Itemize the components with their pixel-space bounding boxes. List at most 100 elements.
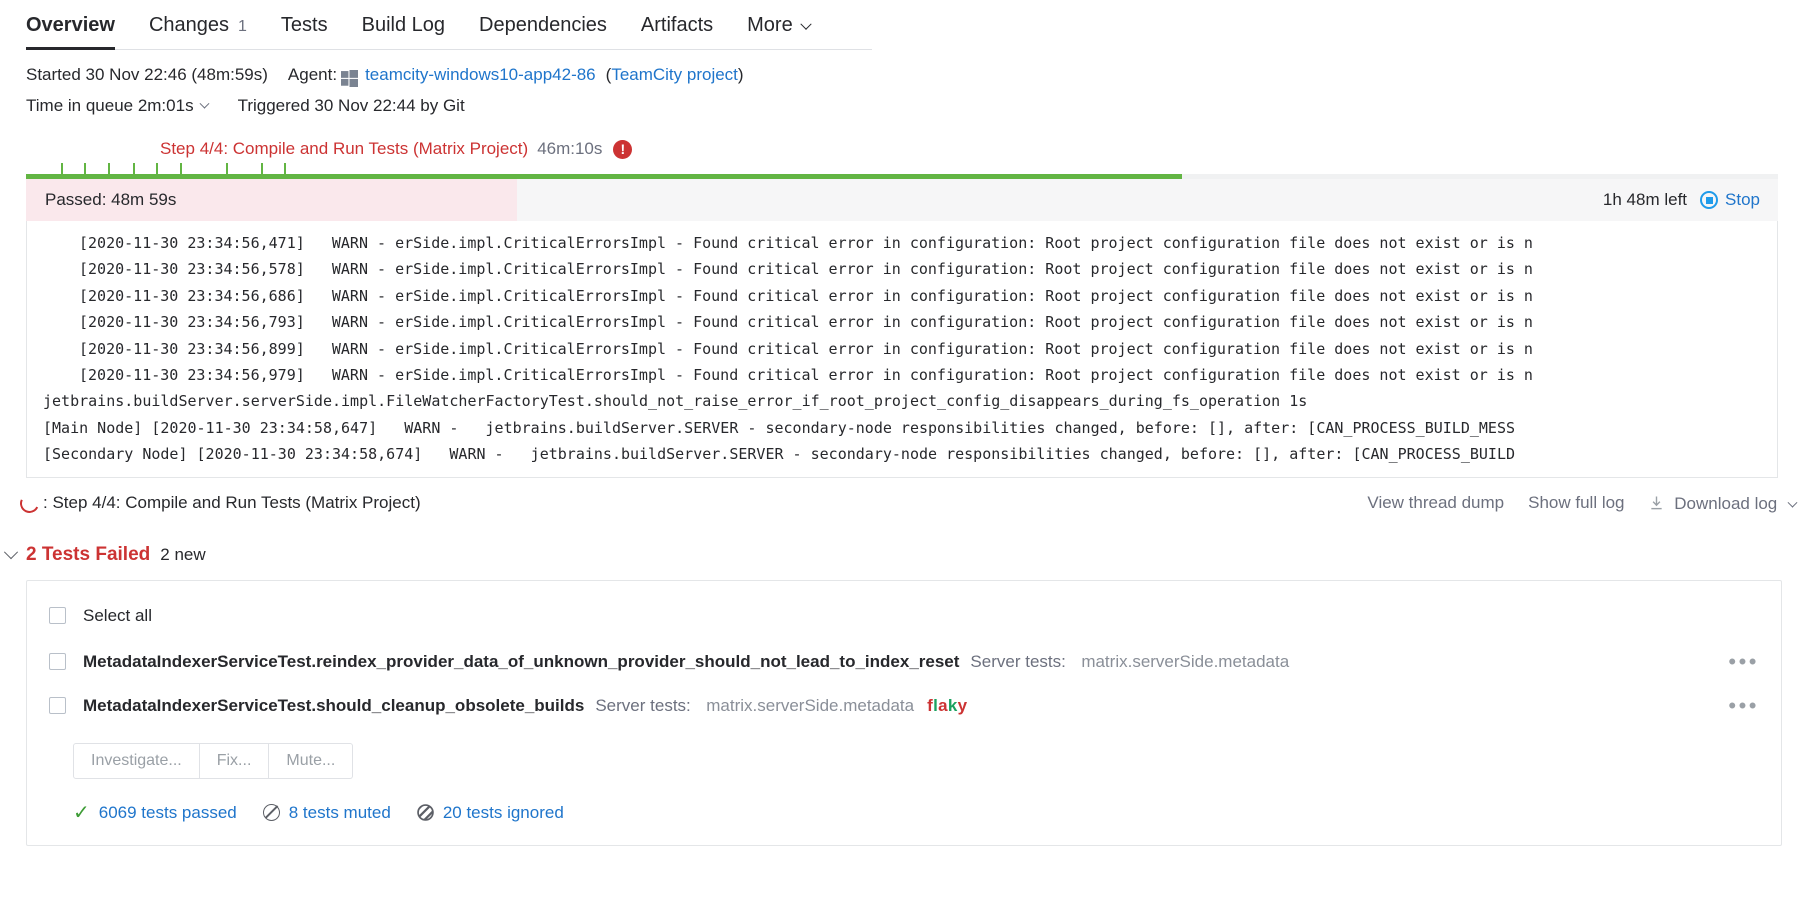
test-row-menu-icon[interactable]: ••• xyxy=(1728,650,1759,673)
muted-icon xyxy=(262,804,280,822)
tab-tests[interactable]: Tests xyxy=(264,14,345,50)
build-status-row: Passed: 48m 59s 1h 48m left Stop xyxy=(26,179,1778,221)
stop-label: Stop xyxy=(1725,190,1760,209)
select-all-row[interactable]: Select all xyxy=(27,599,1781,633)
tests-failed-header: 2 Tests Failed 2 new xyxy=(0,544,1802,566)
test-stats-row: ✓ 6069 tests passed 8 tests muted 20 tes… xyxy=(73,803,1781,845)
check-icon: ✓ xyxy=(73,801,90,824)
log-line: [Secondary Node] [2020-11-30 23:34:58,67… xyxy=(43,445,1516,464)
fix-button[interactable]: Fix... xyxy=(199,742,270,779)
progress-ticks xyxy=(26,163,1778,174)
tab-label: Build Log xyxy=(361,14,446,36)
running-step-label: : Step 4/4: Compile and Run Tests (Matri… xyxy=(43,493,421,513)
test-suite: Server tests: matrix.serverSide.metadata xyxy=(970,652,1289,672)
chevron-down-icon xyxy=(1787,497,1798,508)
started-text: Started 30 Nov 22:46 (48m:59s) xyxy=(26,65,268,84)
test-name[interactable]: MetadataIndexerServiceTest.should_cleanu… xyxy=(83,696,584,716)
agent-label: Agent: xyxy=(287,65,338,84)
agent-link[interactable]: teamcity-windows10-app42-86 xyxy=(365,65,596,85)
log-line: [2020-11-30 23:34:56,471] WARN - erSide.… xyxy=(79,234,1533,252)
step-name: Step 4/4: Compile and Run Tests (Matrix … xyxy=(160,139,529,158)
step-duration: 46m:10s xyxy=(537,139,603,158)
tests-passed-stat[interactable]: ✓ 6069 tests passed xyxy=(73,803,237,823)
log-line: [2020-11-30 23:34:56,979] WARN - erSide.… xyxy=(79,366,1533,385)
test-suite-value: matrix.serverSide.metadata xyxy=(706,695,915,715)
progress-tick xyxy=(283,163,286,174)
test-suite-label: Server tests: xyxy=(970,651,1066,671)
select-all-checkbox[interactable] xyxy=(49,607,66,625)
download-icon xyxy=(1649,495,1664,511)
table-row[interactable]: MetadataIndexerServiceTest.reindex_provi… xyxy=(27,645,1781,679)
progress-tick xyxy=(108,163,111,174)
build-tabs: Overview Changes 1 Tests Build Log Depen… xyxy=(0,0,1802,50)
mute-button[interactable]: Mute... xyxy=(269,742,354,779)
test-row-checkbox[interactable] xyxy=(49,697,66,715)
download-log-label: Download log xyxy=(1674,493,1778,513)
tab-label: More xyxy=(747,14,793,36)
test-suite-label: Server tests: xyxy=(595,695,691,715)
status-label: Passed: 48m 59s xyxy=(45,190,177,209)
chevron-down-icon xyxy=(800,18,812,30)
tab-changes[interactable]: Changes 1 xyxy=(132,14,264,50)
tab-label: Artifacts xyxy=(640,14,714,36)
tab-more[interactable]: More xyxy=(730,14,827,50)
test-suite-value: matrix.serverSide.metadata xyxy=(1081,651,1290,671)
tab-dependencies[interactable]: Dependencies xyxy=(462,14,624,50)
build-overview-page: Overview Changes 1 Tests Build Log Depen… xyxy=(0,0,1802,917)
tab-build-log[interactable]: Build Log xyxy=(345,14,462,50)
log-line: [2020-11-30 23:34:56,686] WARN - erSide.… xyxy=(79,286,1533,305)
progress-tick xyxy=(83,163,86,174)
test-name[interactable]: MetadataIndexerServiceTest.reindex_provi… xyxy=(83,652,959,672)
progress-tick xyxy=(132,163,135,174)
error-icon: ! xyxy=(613,139,633,159)
log-line: [2020-11-30 23:34:56,578] WARN - erSide.… xyxy=(79,260,1533,279)
tab-label: Changes xyxy=(148,14,230,36)
tests-muted-stat[interactable]: 8 tests muted xyxy=(262,802,391,823)
build-log-footer: : Step 4/4: Compile and Run Tests (Matri… xyxy=(17,490,1798,516)
tab-label: Dependencies xyxy=(479,14,607,36)
collapse-toggle-icon[interactable] xyxy=(3,544,19,559)
triggered-by: Triggered 30 Nov 22:44 by Git xyxy=(237,96,465,115)
stop-icon xyxy=(1700,191,1719,209)
chevron-down-icon[interactable] xyxy=(199,98,210,109)
tests-ignored-stat[interactable]: 20 tests ignored xyxy=(417,803,564,823)
view-thread-dump-link[interactable]: View thread dump xyxy=(1367,493,1504,513)
tab-artifacts[interactable]: Artifacts xyxy=(624,14,730,50)
build-progress-section: Step 4/4: Compile and Run Tests (Matrix … xyxy=(0,139,1802,179)
download-log-button[interactable]: Download log xyxy=(1649,493,1798,514)
loading-spinner-icon xyxy=(17,490,42,516)
log-line: [2020-11-30 23:34:56,899] WARN - erSide.… xyxy=(79,339,1533,358)
progress-tick xyxy=(225,163,228,174)
progress-tick xyxy=(155,163,158,174)
tab-overview[interactable]: Overview xyxy=(26,14,132,50)
test-row-checkbox[interactable] xyxy=(49,653,66,671)
windows-logo-icon xyxy=(341,69,359,87)
investigate-button[interactable]: Investigate... xyxy=(73,742,200,779)
build-meta-queue: Time in queue 2m:01s Triggered 30 Nov 22… xyxy=(0,96,1802,116)
progress-tick xyxy=(180,163,183,174)
failed-tests-panel: Select all MetadataIndexerServiceTest.re… xyxy=(26,579,1782,846)
test-actions-group: Investigate... Fix... Mute... xyxy=(73,742,1781,779)
build-log-preview[interactable]: [2020-11-30 23:34:56,471] WARN - erSide.… xyxy=(26,221,1778,478)
flaky-badge: flaky xyxy=(927,695,968,715)
time-in-queue: Time in queue 2m:01s xyxy=(26,96,194,115)
build-meta-started: Started 30 Nov 22:46 (48m:59s) Agent: te… xyxy=(0,65,1802,87)
tab-label: Tests xyxy=(280,14,328,36)
stop-button[interactable]: Stop xyxy=(1700,190,1760,210)
table-row[interactable]: MetadataIndexerServiceTest.should_cleanu… xyxy=(27,689,1781,723)
log-line: [2020-11-30 23:34:56,793] WARN - erSide.… xyxy=(79,313,1533,332)
log-line: [Main Node] [2020-11-30 23:34:58,647] WA… xyxy=(43,418,1516,437)
progress-tick xyxy=(61,163,64,174)
ignored-icon xyxy=(417,804,434,821)
show-full-log-link[interactable]: Show full log xyxy=(1528,493,1624,513)
tab-badge-count: 1 xyxy=(238,18,247,35)
tests-failed-title: 2 Tests Failed xyxy=(26,543,151,565)
log-line: jetbrains.buildServer.serverSide.impl.Fi… xyxy=(43,392,1308,411)
test-suite: Server tests: matrix.serverSide.metadata xyxy=(595,696,914,716)
select-all-label: Select all xyxy=(83,605,152,625)
agent-project-link[interactable]: TeamCity project xyxy=(611,65,738,85)
tests-new-count: 2 new xyxy=(160,544,206,564)
tests-muted-label: 8 tests muted xyxy=(288,802,391,822)
test-row-menu-icon[interactable]: ••• xyxy=(1728,694,1759,717)
tests-passed-label: 6069 tests passed xyxy=(98,802,237,822)
